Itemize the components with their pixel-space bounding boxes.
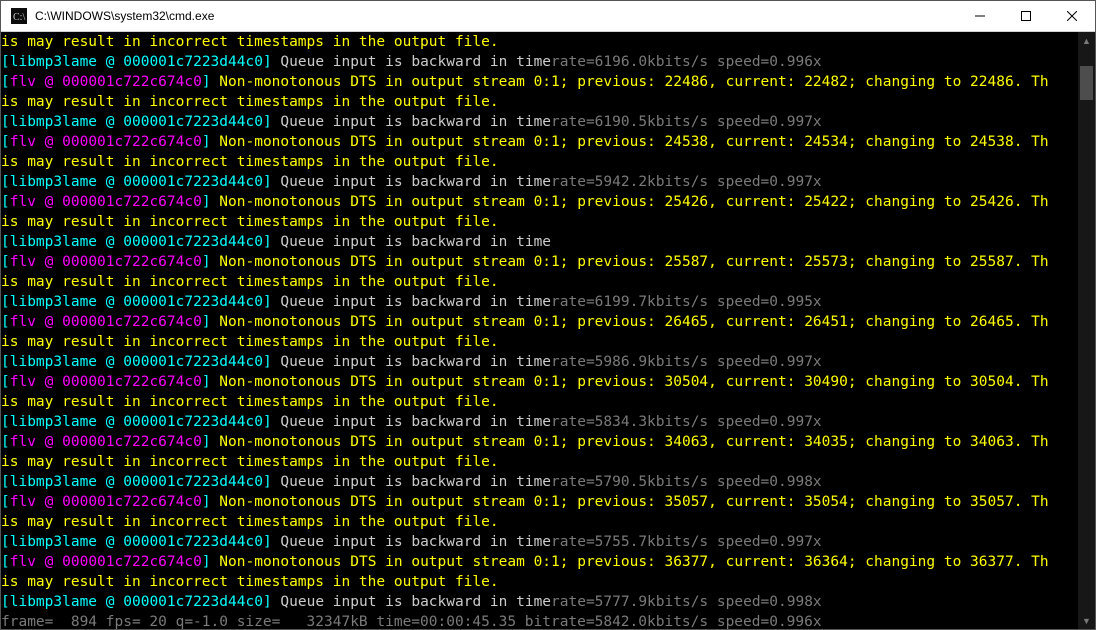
log-line: [libmp3lame @ 000001c7223d44c0] Queue in… bbox=[1, 592, 1078, 612]
log-line: [libmp3lame @ 000001c7223d44c0] Queue in… bbox=[1, 52, 1078, 72]
scroll-track[interactable] bbox=[1078, 49, 1095, 612]
log-line: is may result in incorrect timestamps in… bbox=[1, 392, 1078, 412]
log-line: [flv @ 000001c722c674c0] Non-monotonous … bbox=[1, 492, 1078, 512]
log-line: is may result in incorrect timestamps in… bbox=[1, 92, 1078, 112]
minimize-button[interactable] bbox=[957, 1, 1003, 31]
log-line: [flv @ 000001c722c674c0] Non-monotonous … bbox=[1, 312, 1078, 332]
log-line: [libmp3lame @ 000001c7223d44c0] Queue in… bbox=[1, 292, 1078, 312]
log-line: [flv @ 000001c722c674c0] Non-monotonous … bbox=[1, 132, 1078, 152]
log-line: is may result in incorrect timestamps in… bbox=[1, 272, 1078, 292]
log-line: [flv @ 000001c722c674c0] Non-monotonous … bbox=[1, 192, 1078, 212]
maximize-button[interactable] bbox=[1003, 1, 1049, 31]
scroll-up-button[interactable]: ▲ bbox=[1078, 32, 1095, 49]
cmd-icon: C:\ bbox=[9, 6, 29, 26]
log-line: is may result in incorrect timestamps in… bbox=[1, 212, 1078, 232]
log-line: [libmp3lame @ 000001c7223d44c0] Queue in… bbox=[1, 412, 1078, 432]
log-line: [flv @ 000001c722c674c0] Non-monotonous … bbox=[1, 252, 1078, 272]
log-line: [flv @ 000001c722c674c0] Non-monotonous … bbox=[1, 372, 1078, 392]
log-line: [libmp3lame @ 000001c7223d44c0] Queue in… bbox=[1, 352, 1078, 372]
log-line: [libmp3lame @ 000001c7223d44c0] Queue in… bbox=[1, 532, 1078, 552]
scrollbar[interactable]: ▲ ▼ bbox=[1078, 32, 1095, 629]
titlebar[interactable]: C:\ C:\WINDOWS\system32\cmd.exe bbox=[1, 1, 1095, 32]
log-line: [flv @ 000001c722c674c0] Non-monotonous … bbox=[1, 552, 1078, 572]
scroll-thumb[interactable] bbox=[1080, 66, 1093, 100]
log-line: is may result in incorrect timestamps in… bbox=[1, 572, 1078, 592]
window-title: C:\WINDOWS\system32\cmd.exe bbox=[35, 9, 214, 23]
scroll-down-button[interactable]: ▼ bbox=[1078, 612, 1095, 629]
log-line: is may result in incorrect timestamps in… bbox=[1, 32, 1078, 52]
close-button[interactable] bbox=[1049, 1, 1095, 31]
log-line: [libmp3lame @ 000001c7223d44c0] Queue in… bbox=[1, 472, 1078, 492]
status-line: frame= 894 fps= 20 q=-1.0 size= 32347kB … bbox=[1, 612, 1078, 629]
log-line: is may result in incorrect timestamps in… bbox=[1, 452, 1078, 472]
log-line: [flv @ 000001c722c674c0] Non-monotonous … bbox=[1, 72, 1078, 92]
terminal-output[interactable]: is may result in incorrect timestamps in… bbox=[1, 32, 1078, 629]
svg-text:C:\: C:\ bbox=[13, 12, 25, 23]
log-line: is may result in incorrect timestamps in… bbox=[1, 332, 1078, 352]
log-line: [libmp3lame @ 000001c7223d44c0] Queue in… bbox=[1, 172, 1078, 192]
client-area: is may result in incorrect timestamps in… bbox=[1, 32, 1095, 629]
log-line: [libmp3lame @ 000001c7223d44c0] Queue in… bbox=[1, 112, 1078, 132]
log-line: is may result in incorrect timestamps in… bbox=[1, 152, 1078, 172]
cmd-window: C:\ C:\WINDOWS\system32\cmd.exe is may r… bbox=[0, 0, 1096, 630]
log-line: [libmp3lame @ 000001c7223d44c0] Queue in… bbox=[1, 232, 1078, 252]
log-line: is may result in incorrect timestamps in… bbox=[1, 512, 1078, 532]
log-line: [flv @ 000001c722c674c0] Non-monotonous … bbox=[1, 432, 1078, 452]
